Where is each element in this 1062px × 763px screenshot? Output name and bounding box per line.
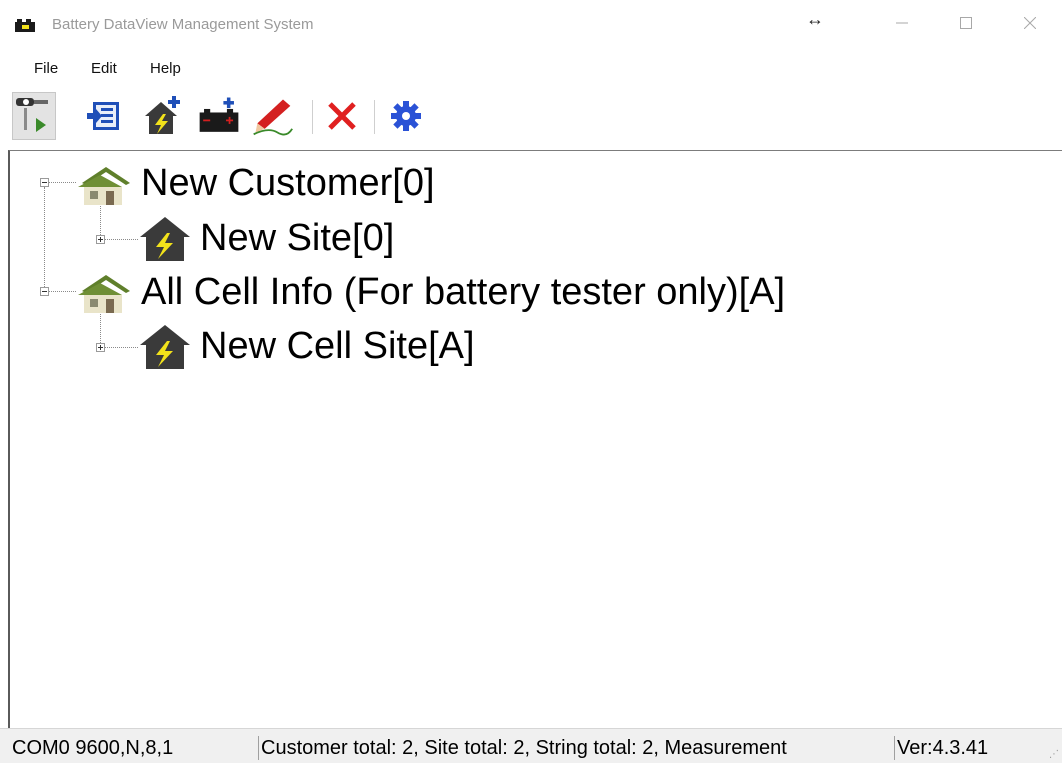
delete-x-icon — [328, 102, 356, 130]
tree-node-customer[interactable]: New Customer[0] — [141, 164, 435, 202]
toolbar-separator — [374, 100, 375, 134]
delete-button[interactable] — [320, 92, 364, 140]
maximize-button[interactable] — [936, 0, 996, 46]
close-button[interactable] — [1000, 0, 1060, 46]
add-battery-button[interactable] — [197, 92, 241, 140]
customer-house-icon — [78, 275, 130, 313]
tree-connector — [104, 239, 138, 240]
edit-pen-icon — [253, 99, 293, 136]
status-bar: COM0 9600,N,8,1 Customer total: 2, Site … — [0, 728, 1062, 763]
tree-node-site[interactable]: New Site[0] — [200, 219, 394, 257]
import-data-button[interactable] — [82, 92, 126, 140]
connect-tester-button[interactable] — [12, 92, 56, 140]
tree-connector — [44, 187, 45, 295]
close-icon — [1024, 17, 1036, 29]
edit-button[interactable] — [250, 92, 294, 140]
collapse-toggle[interactable] — [40, 178, 49, 187]
maximize-icon — [960, 17, 972, 29]
status-port: COM0 9600,N,8,1 — [12, 737, 174, 759]
site-house-icon — [140, 217, 190, 261]
resize-grip-icon[interactable]: ⋰ — [1049, 749, 1059, 760]
minimize-button[interactable] — [872, 0, 932, 46]
toolbar — [0, 86, 1062, 148]
add-site-icon — [145, 96, 180, 134]
expand-toggle[interactable] — [96, 235, 105, 244]
battery-tester-icon — [15, 19, 35, 32]
add-site-button[interactable] — [140, 92, 184, 140]
connect-tester-icon — [16, 98, 48, 132]
resize-arrows-icon: ↔ — [806, 9, 824, 29]
toolbar-separator — [312, 100, 313, 134]
window-title: Battery DataView Management System — [52, 16, 314, 33]
menu-file[interactable]: File — [34, 60, 58, 77]
customer-house-icon — [78, 167, 130, 205]
expand-toggle[interactable] — [96, 343, 105, 352]
customer-tree: New Customer[0] New Site[0] All Cell Inf… — [8, 150, 1062, 728]
settings-gear-icon — [391, 101, 421, 131]
menu-help[interactable]: Help — [150, 60, 181, 77]
tree-node-customer[interactable]: All Cell Info (For battery tester only)[… — [141, 273, 785, 311]
tree-connector — [48, 291, 76, 292]
settings-button[interactable] — [384, 92, 428, 140]
import-data-icon — [87, 102, 119, 130]
menu-bar: File Edit Help — [0, 54, 1062, 84]
tree-connector — [48, 182, 76, 183]
minimize-icon — [896, 22, 908, 24]
status-summary: Customer total: 2, Site total: 2, String… — [258, 736, 892, 760]
tree-node-site[interactable]: New Cell Site[A] — [200, 327, 475, 365]
site-house-icon — [140, 325, 190, 369]
collapse-toggle[interactable] — [40, 287, 49, 296]
add-battery-icon — [199, 97, 239, 132]
title-bar: Battery DataView Management System ↔ — [0, 0, 1062, 52]
menu-edit[interactable]: Edit — [91, 60, 117, 77]
tree-connector — [104, 347, 138, 348]
status-version: Ver:4.3.41 — [894, 736, 1044, 760]
